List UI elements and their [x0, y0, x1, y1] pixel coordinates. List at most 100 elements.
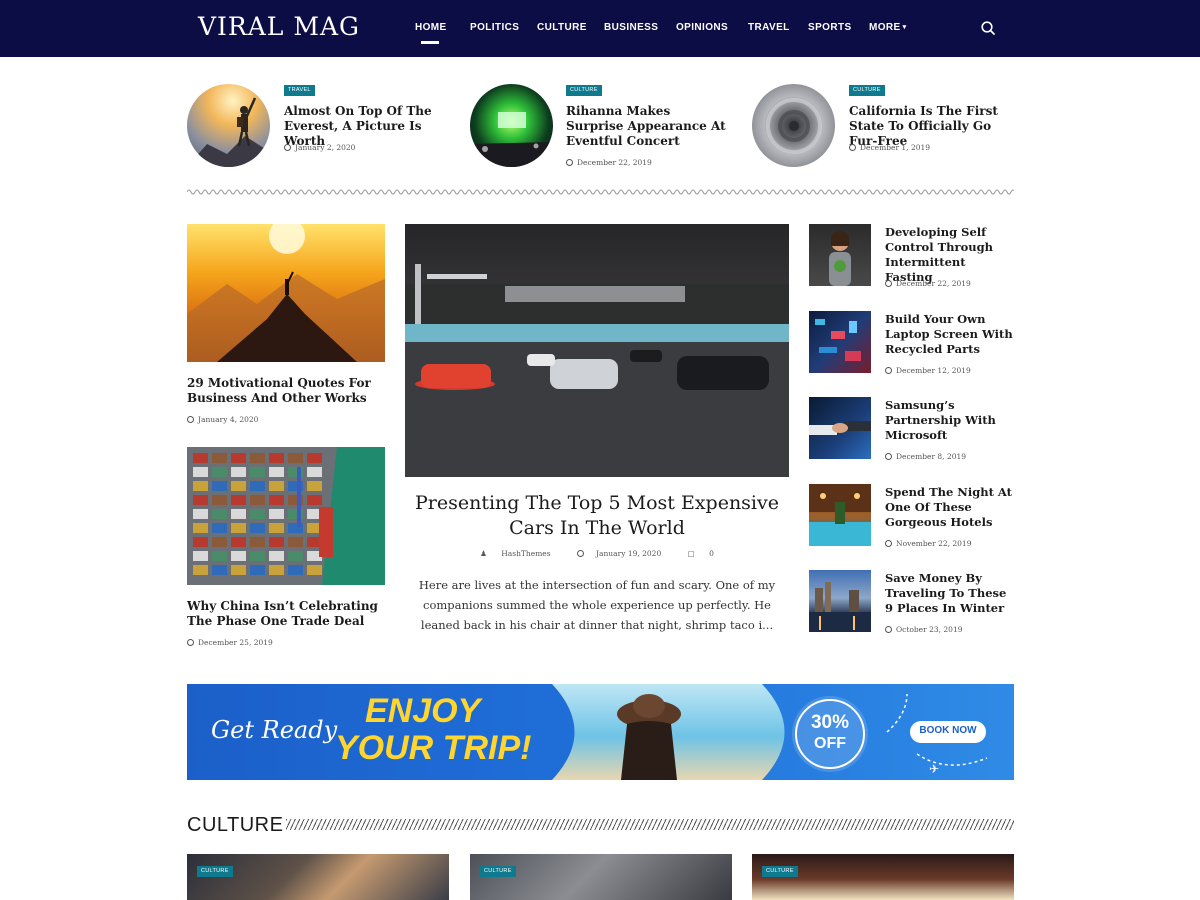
- section-divider: [286, 819, 1014, 830]
- nav-politics[interactable]: POLITICS: [470, 22, 519, 33]
- site-header: VIRAL MAG HOME POLITICS CULTURE BUSINESS…: [0, 0, 1200, 57]
- side-thumb-fasting[interactable]: [809, 224, 871, 286]
- featured-image-concert[interactable]: [470, 84, 553, 167]
- post-title[interactable]: Why China Isn’t Celebrating The Phase On…: [187, 599, 387, 629]
- nav-culture[interactable]: CULTURE: [537, 22, 587, 33]
- hotel-pool-scene: [809, 484, 871, 546]
- category-badge[interactable]: CULTURE: [762, 866, 798, 877]
- section-title-culture[interactable]: CULTURE: [187, 814, 283, 837]
- side-post-date: December 12, 2019: [885, 366, 971, 375]
- main-post-title[interactable]: Presenting The Top 5 Most Expensive Cars…: [405, 491, 789, 541]
- chevron-down-icon: ▾: [902, 24, 907, 31]
- nav-more-label: MORE: [869, 22, 901, 33]
- side-post-date: December 22, 2019: [885, 279, 971, 288]
- side-post-date: December 8, 2019: [885, 452, 966, 461]
- category-badge[interactable]: CULTURE: [849, 85, 885, 96]
- side-post-title[interactable]: Spend The Night At One Of These Gorgeous…: [885, 485, 1015, 530]
- side-thumb-winter[interactable]: [809, 570, 871, 632]
- container-port-scene: [187, 447, 385, 585]
- date-text: December 22, 2019: [896, 279, 971, 288]
- side-post-title[interactable]: Build Your Own Laptop Screen With Recycl…: [885, 312, 1015, 357]
- date-text: January 19, 2020: [596, 549, 662, 558]
- date-text: January 4, 2020: [198, 415, 259, 424]
- category-badge[interactable]: CULTURE: [480, 866, 516, 877]
- post-image-containers[interactable]: [187, 447, 385, 585]
- side-thumb-handshake[interactable]: [809, 397, 871, 459]
- woman-eating-scene: [829, 231, 851, 286]
- side-thumb-laptop[interactable]: [809, 311, 871, 373]
- date-text: December 8, 2019: [896, 452, 967, 461]
- nav-home[interactable]: HOME: [415, 22, 447, 33]
- featured-date: January 2, 2020: [284, 143, 355, 152]
- date-text: October 23, 2019: [896, 625, 963, 634]
- category-badge[interactable]: TRAVEL: [284, 85, 315, 96]
- nav-opinions[interactable]: OPINIONS: [676, 22, 728, 33]
- search-button[interactable]: [980, 20, 996, 36]
- clock-icon: [885, 367, 892, 374]
- clock-icon: [577, 550, 584, 557]
- travel-banner-ad[interactable]: ✈ Get Ready ENJOY YOUR TRIP! 30% OFF BOO…: [187, 684, 1014, 780]
- post-date: December 25, 2019: [187, 638, 273, 647]
- book-now-button[interactable]: BOOK NOW: [910, 725, 986, 736]
- side-post-date: November 22, 2019: [885, 539, 971, 548]
- wavy-divider: [187, 189, 1014, 195]
- clock-icon: [885, 540, 892, 547]
- post-date: January 4, 2020: [187, 415, 258, 424]
- handshake-scene: [809, 421, 871, 435]
- post-image-mountain[interactable]: [187, 224, 385, 362]
- side-post-title[interactable]: Samsung’s Partnership With Microsoft: [885, 398, 1015, 443]
- side-post-title[interactable]: Save Money By Traveling To These 9 Place…: [885, 571, 1015, 616]
- date-meta: January 19, 2020: [571, 549, 667, 558]
- cars-on-track-scene: [405, 264, 789, 477]
- date-text: December 1, 2019: [860, 143, 931, 152]
- side-post-title[interactable]: Developing Self Control Through Intermit…: [885, 225, 1015, 285]
- post-title[interactable]: 29 Motivational Quotes For Business And …: [187, 376, 387, 406]
- circuit-board-scene: [815, 319, 861, 361]
- featured-image-fur[interactable]: [752, 84, 835, 167]
- author-meta[interactable]: ♟ HashThemes: [474, 549, 557, 558]
- main-post-image[interactable]: [405, 224, 789, 477]
- fur-swirl: [766, 98, 822, 154]
- comments-meta[interactable]: ▢ 0: [682, 549, 720, 558]
- main-post-meta: ♟ HashThemes January 19, 2020 ▢ 0: [405, 549, 789, 558]
- culture-card[interactable]: CULTURE: [752, 854, 1014, 900]
- nav-business[interactable]: BUSINESS: [604, 22, 658, 33]
- site-logo[interactable]: VIRAL MAG: [198, 12, 360, 41]
- mountain-scene: [187, 224, 385, 362]
- featured-date: December 1, 2019: [849, 143, 930, 152]
- clock-icon: [885, 453, 892, 460]
- main-post-excerpt: Here are lives at the intersection of fu…: [418, 578, 776, 632]
- category-badge[interactable]: CULTURE: [197, 866, 233, 877]
- author-name: HashThemes: [501, 549, 551, 558]
- banner-headline-1: ENJOY: [365, 692, 481, 730]
- featured-image-everest[interactable]: [187, 84, 270, 167]
- banner-tagline: Get Ready: [211, 716, 338, 744]
- comment-icon: ▢: [687, 549, 695, 558]
- hiker-silhouette: [187, 97, 270, 167]
- category-badge[interactable]: CULTURE: [566, 85, 602, 96]
- date-text: December 25, 2019: [198, 638, 273, 647]
- clock-icon: [187, 416, 194, 423]
- banner-discount-label: OFF: [814, 735, 846, 752]
- side-thumb-hotel[interactable]: [809, 484, 871, 546]
- culture-card[interactable]: CULTURE: [470, 854, 732, 900]
- nav-sports[interactable]: SPORTS: [808, 22, 852, 33]
- clock-icon: [849, 144, 856, 151]
- clock-icon: [885, 626, 892, 633]
- date-text: January 2, 2020: [295, 143, 356, 152]
- concert-scene: [470, 112, 553, 167]
- plane-icon: ✈: [929, 762, 939, 776]
- date-text: December 12, 2019: [896, 366, 971, 375]
- comment-count: 0: [709, 549, 714, 558]
- side-post-date: October 23, 2019: [885, 625, 963, 634]
- featured-title[interactable]: Rihanna Makes Surprise Appearance At Eve…: [566, 104, 726, 149]
- nav-more[interactable]: MORE ▾: [869, 22, 907, 33]
- clock-icon: [885, 280, 892, 287]
- culture-card[interactable]: CULTURE: [187, 854, 449, 900]
- banner-discount: 30%: [810, 712, 850, 733]
- search-icon: [981, 21, 995, 35]
- user-icon: ♟: [480, 549, 487, 558]
- nav-travel[interactable]: TRAVEL: [748, 22, 790, 33]
- date-text: November 22, 2019: [896, 539, 972, 548]
- nav-active-indicator: [421, 41, 439, 44]
